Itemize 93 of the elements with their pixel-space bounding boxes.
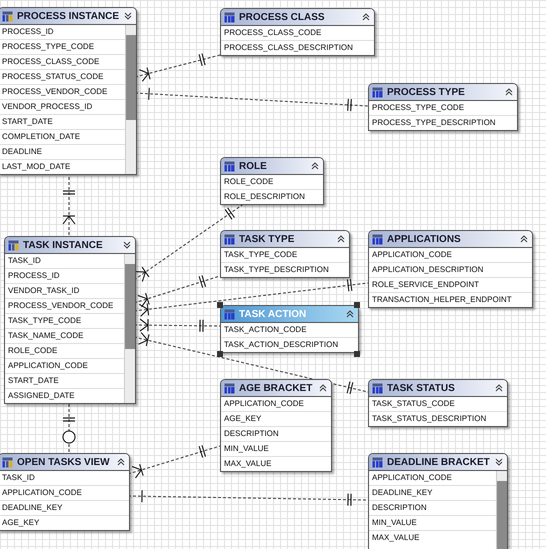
entity-card[interactable]: TASK TYPE TASK_TYPE_CODE TASK_TYPE_DESCRIPTION [220,230,350,278]
table-icon [8,240,19,250]
entity-title: OPEN TASKS VIEW [17,456,111,468]
relationship-line[interactable] [134,87,368,112]
column-name: APPLICATION_CODE [221,397,331,412]
relationship-line[interactable] [134,52,220,82]
table-icon [372,456,383,468]
entity-title: PROCESS CLASS [239,12,326,22]
entity-title: TASK STATUS [387,382,456,394]
relationship-line[interactable] [134,332,368,394]
column-name: ROLE_CODE [221,175,323,190]
column-name: ROLE_SERVICE_ENDPOINT [369,278,532,293]
table-icon [224,234,235,244]
table-icon [224,382,235,394]
relationship-line[interactable] [134,318,220,332]
collapse-icon[interactable] [319,383,327,393]
column-name: PROCESS_TYPE_CODE [369,101,517,116]
column-name: MIN_VALUE [221,442,331,457]
relationship-line[interactable] [128,444,220,478]
entity-title: ROLE [239,160,268,172]
relationship-line[interactable] [62,176,76,236]
collapse-icon[interactable] [311,161,319,171]
entity-title: TASK TYPE [239,234,296,244]
column-name: DESCRIPTION [221,427,331,442]
entity-card[interactable]: TASK ACTION TASK_ACTION_CODE TASK_ACTION_DESCRIPTION [220,305,359,353]
entity-title: PROCESS INSTANCE [17,10,120,22]
entity-title: APPLICATIONS [387,234,462,244]
table-icon [224,160,235,172]
column-name: APPLICATION_CODE [0,486,129,501]
relationship-line[interactable] [62,404,76,454]
entity-title: TASK INSTANCE [23,240,104,250]
collapse-icon[interactable] [337,234,345,244]
collapse-icon[interactable] [520,234,528,244]
column-name: MAX_VALUE [371,532,420,544]
entity-card[interactable]: TASK STATUS TASK_STATUS_CODE TASK_STATUS_DESCRIPTION [368,379,508,427]
entity-card[interactable]: PROCESS CLASS PROCESS_CLASS_CODE PROCESS_CLASS_DESCRIPTION [220,8,375,56]
selection-handle[interactable] [217,302,223,308]
collapse-icon[interactable] [362,12,370,22]
entity-card[interactable]: ROLE ROLE_CODE ROLE_DESCRIPTION [220,157,324,205]
collapse-icon[interactable] [117,457,125,467]
table-icon [2,10,13,22]
table-icon [372,86,383,98]
selection-handle[interactable] [354,302,360,308]
entity-card[interactable]: PROCESS INSTANCE PROCESS_ID PROCESS_TYPE_CODE PROCESS_CLASS_CODE PROCESS_STATUS_CODE PROCESS_VENDOR_CODE VENDOR_PROCESS_ID START_DATE COMPLETION_DATE DEADLINE LAST_MOD_DATE [0,7,137,175]
entity-title: DEADLINE BRACKET [387,456,491,468]
entity-card[interactable]: OPEN TASKS VIEW TASK_ID APPLICATION_CODE DEADLINE_KEY AGE_KEY [0,453,130,531]
selection-handle[interactable] [217,351,223,357]
table-icon [224,308,235,320]
expand-icon[interactable] [124,11,132,21]
expand-icon[interactable] [495,457,503,467]
relationship-line[interactable] [128,490,368,506]
table-icon [224,12,235,22]
relationship-line[interactable] [134,274,220,308]
column-name: AGE_KEY [221,412,331,427]
entity-card[interactable]: PROCESS TYPE PROCESS_TYPE_CODE PROCESS_TYPE_DESCRIPTION [368,83,518,131]
entity-title: AGE BRACKET [239,382,314,394]
column-name: ROLE_DESCRIPTION [223,191,306,203]
column-name: PROCESS_CLASS_CODE [221,26,374,41]
entity-title: PROCESS TYPE [387,86,466,98]
relationship-line[interactable] [134,278,368,317]
collapse-icon[interactable] [505,87,513,97]
column-name: APPLICATION_DESCRIPTION [369,263,532,278]
column-name: TASK_ACTION_DESCRIPTION [223,339,340,351]
entity-card[interactable]: TASK INSTANCE TASK_ID PROCESS_ID VENDOR_TASK_ID PROCESS_VENDOR_CODE TASK_TYPE_CODE TASK_NAME_CODE ROLE_CODE APPLICATION_CODE START_DATE ASSIGNED_DATE [4,236,136,404]
selection-handle[interactable] [354,351,360,357]
column-name: ASSIGNED_DATE [7,390,76,402]
column-name: DEADLINE_KEY [0,501,129,516]
collapse-icon[interactable] [346,309,354,319]
scrollbar[interactable] [496,471,507,549]
entity-title: TASK ACTION [239,308,308,320]
expand-icon[interactable] [123,240,131,250]
entity-card[interactable]: AGE BRACKET APPLICATION_CODE AGE_KEY DESCRIPTION MIN_VALUE MAX_VALUE [220,379,332,472]
column-name: AGE_KEY [1,517,40,529]
collapse-icon[interactable] [495,383,503,393]
column-name: TASK_STATUS_CODE [369,397,507,412]
entity-card[interactable]: DEADLINE BRACKET APPLICATION_CODE DEADLINE_KEY DESCRIPTION MIN_VALUE MAX_VALUE [368,453,508,549]
column-name: TASK_ACTION_CODE [221,323,358,338]
column-name: TASK_TYPE_DESCRIPTION [223,264,330,276]
entity-card[interactable]: APPLICATIONS APPLICATION_CODE APPLICATION_DESCRIPTION ROLE_SERVICE_ENDPOINT TRANSACTION_HELPER_ENDPOINT [368,230,533,308]
table-icon [372,234,383,244]
table-icon [2,456,13,468]
column-name: TRANSACTION_HELPER_ENDPOINT [371,294,513,306]
column-name: PROCESS_TYPE_DESCRIPTION [371,117,497,129]
column-name: LAST_MOD_DATE [1,161,72,173]
column-name: TASK_ID [0,471,129,486]
column-name: MAX_VALUE [223,458,272,470]
column-name: TASK_TYPE_CODE [221,248,349,263]
table-icon [372,382,383,394]
scrollbar[interactable] [125,25,136,174]
column-name: PROCESS_CLASS_DESCRIPTION [223,42,354,54]
scrollbar[interactable] [124,254,135,403]
column-name: TASK_STATUS_DESCRIPTION [371,413,488,425]
column-name: APPLICATION_CODE [369,248,532,263]
